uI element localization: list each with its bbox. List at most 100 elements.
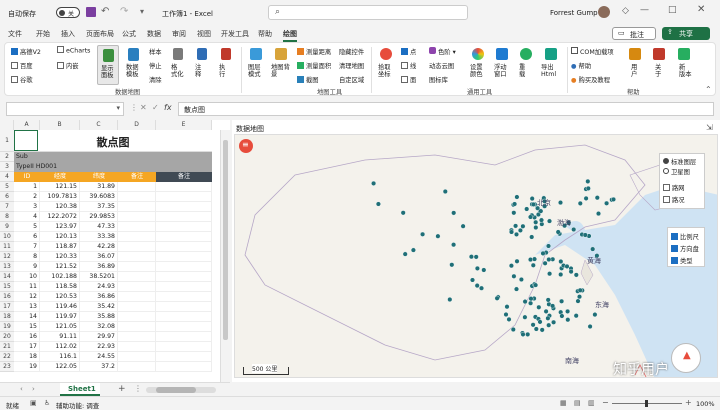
table-cell[interactable]: 35.42: [80, 302, 118, 312]
type-cell[interactable]: TypeII HD001: [14, 162, 212, 172]
map-point[interactable]: [511, 273, 517, 279]
tab-formulas[interactable]: 公式: [122, 29, 136, 39]
table-cell[interactable]: 13: [14, 302, 40, 312]
map-point[interactable]: [494, 295, 500, 301]
header-note-2[interactable]: 备注: [156, 172, 212, 182]
table-cell[interactable]: [156, 362, 212, 372]
map-point[interactable]: [524, 206, 530, 212]
table-cell[interactable]: 10: [14, 272, 40, 282]
row-header[interactable]: 17: [0, 302, 14, 312]
map-point[interactable]: [550, 303, 556, 309]
table-cell[interactable]: 121.15: [40, 182, 80, 192]
map-point[interactable]: [508, 263, 514, 269]
clear-button[interactable]: 清除: [149, 75, 162, 84]
map-point[interactable]: [469, 277, 475, 283]
map-point[interactable]: [559, 313, 565, 319]
sample-button[interactable]: 样本: [149, 47, 162, 56]
table-cell[interactable]: 37.35: [80, 202, 118, 212]
map-point[interactable]: [522, 299, 528, 305]
table-cell[interactable]: 42.28: [80, 242, 118, 252]
table-cell[interactable]: [156, 252, 212, 262]
table-cell[interactable]: 16: [14, 332, 40, 342]
map-point[interactable]: [558, 200, 564, 206]
table-cell[interactable]: 17: [14, 342, 40, 352]
map-point[interactable]: [594, 195, 600, 201]
map-point[interactable]: [604, 200, 610, 206]
map-point[interactable]: [611, 196, 617, 202]
table-cell[interactable]: [118, 202, 156, 212]
table-cell[interactable]: [156, 312, 212, 322]
row-header[interactable]: 13: [0, 262, 14, 272]
map-point[interactable]: [577, 294, 583, 300]
table-cell[interactable]: [118, 332, 156, 342]
map-point[interactable]: [509, 229, 515, 235]
table-cell[interactable]: [118, 222, 156, 232]
table-cell[interactable]: [156, 242, 212, 252]
map-point[interactable]: [532, 256, 538, 262]
normal-view-icon[interactable]: ▦: [560, 399, 567, 407]
table-cell[interactable]: [156, 182, 212, 192]
check-google[interactable]: 谷歌: [11, 75, 33, 84]
spreadsheet-grid[interactable]: A B C D E 1 2 3 4 5 6 7 8 9 10 11 12 13 14 15 16 17 18 19 2…: [0, 120, 230, 382]
zoom-thumb[interactable]: [645, 400, 648, 407]
table-cell[interactable]: [156, 232, 212, 242]
map-point[interactable]: [533, 282, 539, 288]
map-point[interactable]: [478, 285, 484, 291]
table-cell[interactable]: 1: [14, 182, 40, 192]
table-cell[interactable]: 31.89: [80, 182, 118, 192]
area-toggle[interactable]: 面: [401, 75, 416, 84]
row-header[interactable]: 5: [0, 182, 14, 192]
buy-tutorial-link[interactable]: ● 购买及教程: [571, 75, 610, 84]
com-addin-button[interactable]: COM加载项: [571, 47, 614, 56]
map-point[interactable]: [460, 223, 466, 229]
map-point[interactable]: [533, 219, 539, 225]
table-cell[interactable]: [156, 202, 212, 212]
tab-home[interactable]: 开始: [36, 29, 50, 39]
header-note[interactable]: 备注: [118, 172, 156, 182]
map-point[interactable]: [410, 247, 416, 253]
map-point[interactable]: [539, 327, 545, 333]
table-cell[interactable]: 122.2072: [40, 212, 80, 222]
map-point[interactable]: [571, 226, 577, 232]
table-cell[interactable]: 15: [14, 322, 40, 332]
map-point[interactable]: [435, 233, 441, 239]
map-point[interactable]: [565, 308, 571, 314]
annotate-button[interactable]: 注 释: [192, 45, 212, 85]
map-point[interactable]: [528, 300, 534, 306]
user-button[interactable]: 用 户: [625, 45, 645, 85]
row-header[interactable]: 16: [0, 292, 14, 302]
accessibility-icon[interactable]: ♿: [44, 399, 50, 407]
customize-icon[interactable]: ▾: [140, 7, 144, 16]
confirm-icon[interactable]: ✓: [152, 103, 159, 112]
table-cell[interactable]: 121.52: [40, 262, 80, 272]
table-cell[interactable]: 119.97: [40, 312, 80, 322]
map-canvas[interactable]: 北京 渤海 黄海 东海 南海 ≡ 标准图层 卫星图 路网 路况 比例尺 方向盘 类型 5…: [234, 134, 718, 378]
map-point[interactable]: [537, 319, 543, 325]
map-point[interactable]: [585, 185, 591, 191]
map-point[interactable]: [590, 246, 596, 252]
close-icon[interactable]: ✕: [697, 4, 705, 15]
map-point[interactable]: [503, 311, 509, 317]
table-cell[interactable]: [118, 322, 156, 332]
color-scale-dropdown[interactable]: 色阶 ▾: [429, 47, 456, 56]
about-button[interactable]: 关 于: [649, 45, 669, 85]
map-point[interactable]: [582, 232, 588, 238]
undo-icon[interactable]: ↶: [101, 6, 109, 17]
map-point[interactable]: [511, 210, 517, 216]
map-point[interactable]: [530, 262, 536, 268]
table-cell[interactable]: 38.5201: [80, 272, 118, 282]
map-point[interactable]: [506, 316, 512, 322]
map-point[interactable]: [587, 323, 593, 329]
check-traffic[interactable]: 路况: [663, 195, 685, 204]
table-cell[interactable]: 4: [14, 212, 40, 222]
table-cell[interactable]: [118, 272, 156, 282]
table-cell[interactable]: [156, 352, 212, 362]
table-cell[interactable]: 35.88: [80, 312, 118, 322]
map-point[interactable]: [539, 217, 545, 223]
table-cell[interactable]: 22.93: [80, 342, 118, 352]
save-icon[interactable]: [86, 7, 96, 17]
map-point[interactable]: [573, 313, 579, 319]
select-all-corner[interactable]: [0, 120, 14, 130]
map-point[interactable]: [512, 201, 518, 207]
show-panel-button[interactable]: 显示 面板: [97, 45, 119, 85]
